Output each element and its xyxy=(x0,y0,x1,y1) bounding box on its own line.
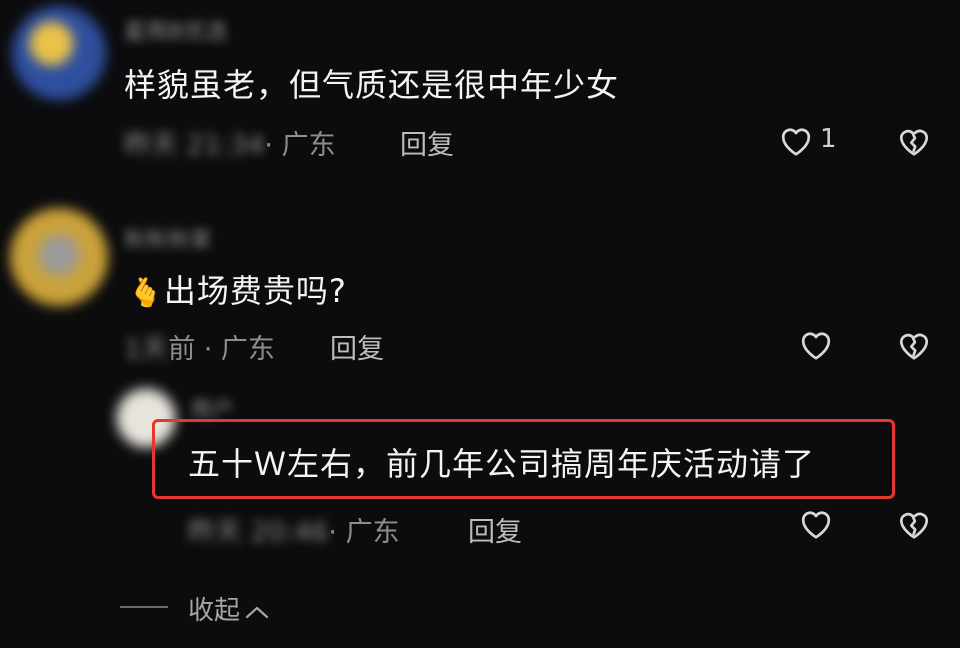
reply-button[interactable]: 回复 xyxy=(468,510,522,549)
heart-icon xyxy=(801,332,831,360)
comment-meta: 1天前 · 广东 xyxy=(124,327,275,366)
comment-time: 昨天 21:34 xyxy=(124,130,265,161)
emoji: 🫰 xyxy=(128,276,164,309)
broken-heart-icon xyxy=(899,333,929,360)
collapse-replies-button[interactable]: 收起 xyxy=(188,590,270,627)
comment-time: 昨天 20:46 xyxy=(188,517,329,548)
username[interactable]: 星雨B优选 xyxy=(124,14,227,46)
comment-location: · 广东 xyxy=(264,130,336,161)
reply-button[interactable]: 回复 xyxy=(330,327,384,366)
broken-heart-icon xyxy=(899,129,929,156)
like-button[interactable] xyxy=(798,327,834,361)
heart-icon xyxy=(781,128,811,156)
dislike-button[interactable] xyxy=(896,327,932,361)
comment-meta: 昨天 21:34· 广东 xyxy=(124,123,336,162)
comment-time: 1天 xyxy=(124,334,169,365)
comment-text: 五十Ｗ左右，前几年公司搞周年庆活动请了 xyxy=(188,445,816,483)
comment-text: 样貌虽老，但气质还是很中年少女 xyxy=(124,66,620,104)
like-count: 1 xyxy=(820,124,837,154)
avatar[interactable] xyxy=(12,6,106,100)
comment-text: 🫰出场费贵吗? xyxy=(128,272,347,310)
chevron-up-icon xyxy=(245,606,269,618)
dislike-button[interactable] xyxy=(896,123,932,157)
like-button[interactable] xyxy=(798,506,834,540)
dislike-button[interactable] xyxy=(896,506,932,540)
divider xyxy=(120,606,168,608)
comment-location: 前 · 广东 xyxy=(168,334,275,365)
like-button[interactable] xyxy=(778,123,814,157)
username[interactable]: 秋秋秋家 xyxy=(124,222,212,254)
avatar[interactable] xyxy=(10,208,108,306)
comment-meta: 昨天 20:46· 广东 xyxy=(188,510,400,549)
comment-location: · 广东 xyxy=(328,517,400,548)
broken-heart-icon xyxy=(899,512,929,539)
reply-button[interactable]: 回复 xyxy=(400,123,454,162)
heart-icon xyxy=(801,511,831,539)
